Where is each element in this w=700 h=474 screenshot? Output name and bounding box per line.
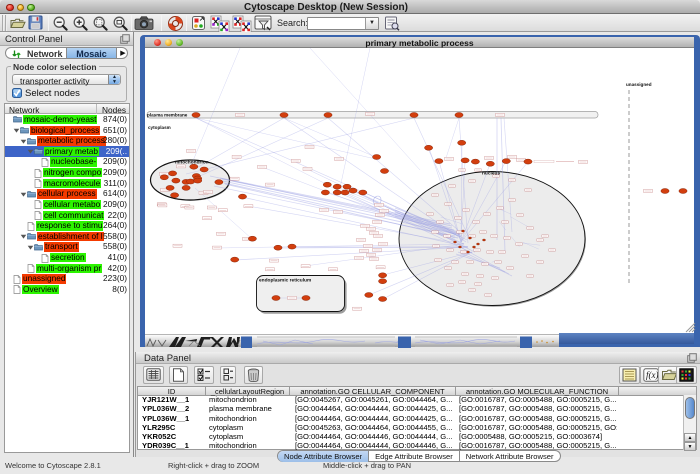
svg-text:plasma membrane: plasma membrane xyxy=(147,113,188,118)
svg-text:f(x): f(x) xyxy=(646,370,659,380)
svg-text:unassigned: unassigned xyxy=(626,82,652,87)
svg-text:endoplasmic reticulum: endoplasmic reticulum xyxy=(259,278,311,284)
svg-text:cytoplasm: cytoplasm xyxy=(148,125,171,130)
